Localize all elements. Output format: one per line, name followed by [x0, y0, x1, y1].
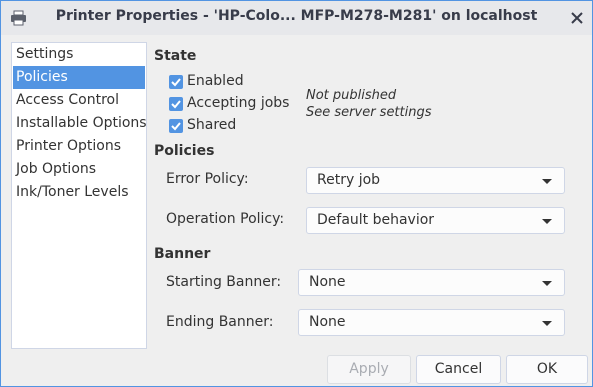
- ending-banner-value: None: [309, 314, 346, 330]
- window-title: Printer Properties - 'HP-Colo... MFP-M27…: [55, 8, 538, 24]
- category-sidebar: Settings Policies Access Control Install…: [11, 42, 147, 349]
- chevron-down-icon: [542, 281, 552, 286]
- sidebar-item-settings[interactable]: Settings: [13, 43, 145, 66]
- ending-banner-label: Ending Banner:: [166, 314, 274, 330]
- accepting-jobs-label[interactable]: Accepting jobs: [187, 95, 289, 111]
- cancel-button[interactable]: Cancel: [416, 355, 501, 384]
- starting-banner-value: None: [309, 274, 346, 290]
- starting-banner-dropdown[interactable]: None: [298, 269, 565, 296]
- ending-banner-dropdown[interactable]: None: [298, 309, 565, 336]
- operation-policy-dropdown[interactable]: Default behavior: [306, 207, 565, 234]
- policies-heading: Policies: [154, 143, 215, 159]
- operation-policy-label: Operation Policy:: [166, 211, 285, 227]
- sidebar-item-ink-toner-levels[interactable]: Ink/Toner Levels: [13, 181, 145, 204]
- error-policy-dropdown[interactable]: Retry job: [306, 167, 565, 194]
- chevron-down-icon: [542, 321, 552, 326]
- printer-properties-window: Printer Properties - 'HP-Colo... MFP-M27…: [0, 0, 593, 387]
- ok-button[interactable]: OK: [506, 355, 588, 384]
- enabled-label[interactable]: Enabled: [187, 73, 244, 89]
- sidebar-item-printer-options[interactable]: Printer Options: [13, 135, 145, 158]
- apply-button[interactable]: Apply: [327, 355, 411, 384]
- accepting-jobs-checkbox[interactable]: [169, 97, 183, 111]
- error-policy-label: Error Policy:: [166, 171, 249, 187]
- starting-banner-label: Starting Banner:: [166, 274, 282, 290]
- sidebar-item-installable-options[interactable]: Installable Options: [13, 112, 147, 135]
- server-settings-note: See server settings: [306, 105, 432, 120]
- banner-heading: Banner: [154, 246, 211, 262]
- chevron-down-icon: [542, 219, 552, 224]
- error-policy-value: Retry job: [317, 172, 381, 188]
- sidebar-item-access-control[interactable]: Access Control: [13, 89, 145, 112]
- enabled-checkbox[interactable]: [169, 75, 183, 89]
- close-icon[interactable]: [570, 11, 584, 25]
- chevron-down-icon: [542, 179, 552, 184]
- shared-label[interactable]: Shared: [187, 117, 236, 133]
- sidebar-item-job-options[interactable]: Job Options: [13, 158, 145, 181]
- state-heading: State: [154, 48, 197, 64]
- operation-policy-value: Default behavior: [317, 212, 435, 228]
- title-bar[interactable]: Printer Properties - 'HP-Colo... MFP-M27…: [1, 1, 592, 35]
- shared-checkbox[interactable]: [169, 119, 183, 133]
- sidebar-item-policies[interactable]: Policies: [13, 66, 145, 89]
- publish-status-note: Not published: [306, 88, 397, 103]
